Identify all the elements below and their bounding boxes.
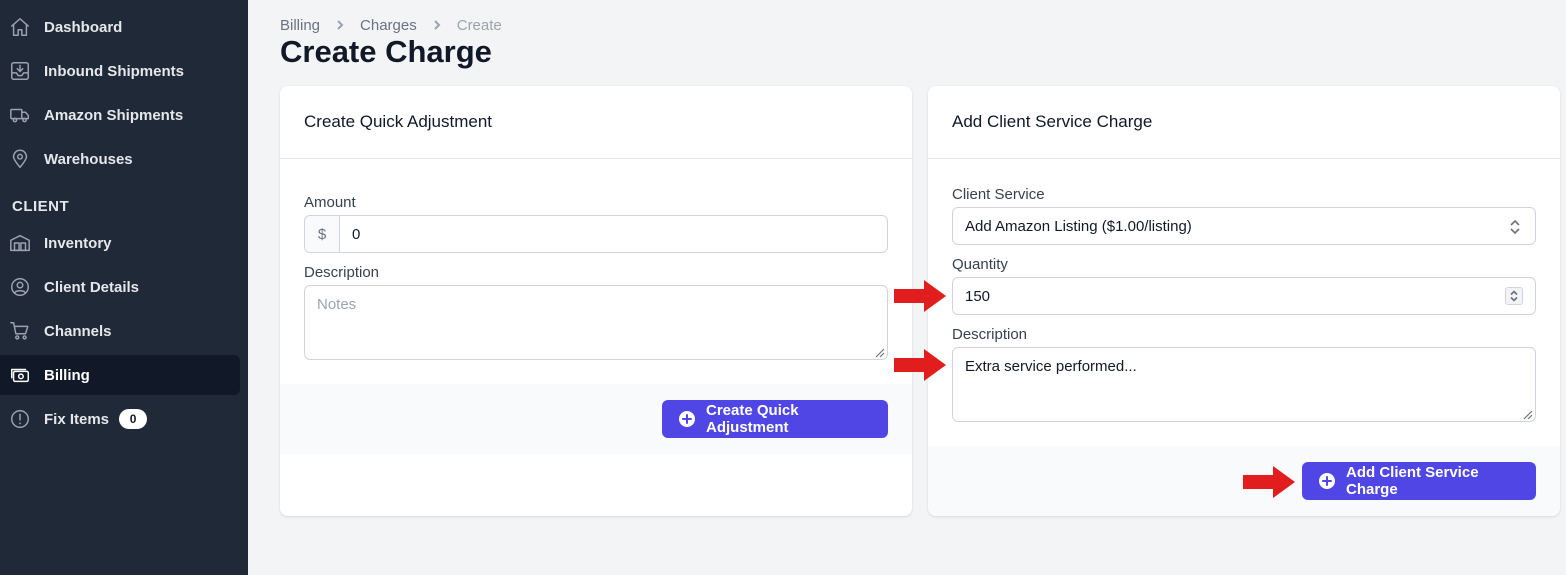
client-service-label: Client Service xyxy=(952,186,1045,203)
sidebar-item-label: Fix Items xyxy=(44,410,110,428)
button-label: Add Client Service Charge xyxy=(1346,464,1479,498)
arrow-right-icon xyxy=(894,349,946,381)
plus-circle-icon xyxy=(678,410,696,428)
sidebar-item-amazon-shipments[interactable]: Amazon Shipments xyxy=(0,95,240,135)
arrow-right-icon xyxy=(1243,466,1295,498)
client-service-selected-value: Add Amazon Listing ($1.00/listing) xyxy=(965,217,1192,235)
warehouse-icon xyxy=(8,231,32,255)
description-label: Description xyxy=(952,326,1028,343)
sidebar-item-label: Billing xyxy=(44,366,90,384)
amount-label: Amount xyxy=(304,194,356,211)
chevron-right-icon xyxy=(429,17,445,33)
chevron-right-icon xyxy=(332,17,348,33)
sidebar-item-inbound-shipments[interactable]: Inbound Shipments xyxy=(0,51,240,91)
quantity-stepper[interactable]: 150 xyxy=(952,277,1536,315)
sidebar-item-client-details[interactable]: Client Details xyxy=(0,267,240,307)
button-label: Create Quick Adjustment xyxy=(706,402,799,436)
card-title: Add Client Service Charge xyxy=(928,86,1560,159)
client-service-charge-card: Add Client Service Charge Client Service… xyxy=(928,86,1560,516)
create-quick-adjustment-button[interactable]: Create Quick Adjustment xyxy=(662,400,888,438)
amount-input[interactable]: $ 0 xyxy=(304,215,888,253)
breadcrumb-create: Create xyxy=(456,16,502,34)
notes-placeholder: Notes xyxy=(317,296,357,313)
quantity-label: Quantity xyxy=(952,256,1008,273)
arrow-right-icon xyxy=(894,280,946,312)
sidebar-item-label: Inbound Shipments xyxy=(44,62,184,80)
user-circle-icon xyxy=(8,275,32,299)
cash-icon xyxy=(8,363,32,387)
sidebar-item-label: Channels xyxy=(44,322,112,340)
truck-icon xyxy=(8,103,32,127)
description-value: Extra service performed... xyxy=(965,358,1137,375)
sidebar-item-inventory[interactable]: Inventory xyxy=(0,223,240,263)
map-pin-icon xyxy=(8,147,32,171)
quantity-value: 150 xyxy=(965,287,991,305)
client-service-select[interactable]: Add Amazon Listing ($1.00/listing) xyxy=(952,207,1536,245)
stepper-arrows-icon[interactable] xyxy=(1505,287,1523,305)
sidebar: Dashboard Inbound Shipments Amazon Shipm… xyxy=(0,0,248,575)
breadcrumb-charges[interactable]: Charges xyxy=(360,17,417,34)
sidebar-item-label: Inventory xyxy=(44,234,112,252)
sidebar-item-label: Client Details xyxy=(44,278,140,296)
exclamation-circle-icon xyxy=(8,407,32,431)
sidebar-item-label: Dashboard xyxy=(44,18,123,36)
home-icon xyxy=(8,15,32,39)
sidebar-item-warehouses[interactable]: Warehouses xyxy=(0,139,240,179)
fix-items-count-badge: 0 xyxy=(119,409,148,429)
card-footer: Create Quick Adjustment xyxy=(280,384,912,454)
amount-value: 0 xyxy=(352,225,361,243)
description-label: Description xyxy=(304,264,380,281)
sidebar-section-heading: CLIENT xyxy=(12,198,70,215)
inbox-in-icon xyxy=(8,59,32,83)
add-client-service-charge-button[interactable]: Add Client Service Charge xyxy=(1302,462,1536,500)
sidebar-item-label: Warehouses xyxy=(44,150,133,168)
sidebar-item-dashboard[interactable]: Dashboard xyxy=(0,7,240,47)
description-textarea[interactable]: Extra service performed... xyxy=(952,347,1536,422)
plus-circle-icon xyxy=(1318,472,1336,490)
resize-handle-icon[interactable] xyxy=(1521,407,1533,420)
card-title: Create Quick Adjustment xyxy=(280,86,912,159)
sidebar-item-label: Amazon Shipments xyxy=(44,106,184,124)
sidebar-item-billing[interactable]: Billing xyxy=(0,355,240,395)
currency-prefix: $ xyxy=(305,216,340,252)
sidebar-item-channels[interactable]: Channels xyxy=(0,311,240,351)
sidebar-item-fix-items[interactable]: Fix Items 0 xyxy=(0,399,240,439)
chevron-up-down-icon xyxy=(1507,218,1523,236)
shopping-cart-icon xyxy=(8,319,32,343)
breadcrumb: Billing Charges Create xyxy=(280,16,502,34)
breadcrumb-billing[interactable]: Billing xyxy=(280,17,320,34)
notes-textarea[interactable]: Notes xyxy=(304,285,888,360)
resize-handle-icon[interactable] xyxy=(873,345,885,358)
quick-adjustment-card: Create Quick Adjustment Amount $ 0 Descr… xyxy=(280,86,912,516)
page-title: Create Charge xyxy=(280,34,492,69)
